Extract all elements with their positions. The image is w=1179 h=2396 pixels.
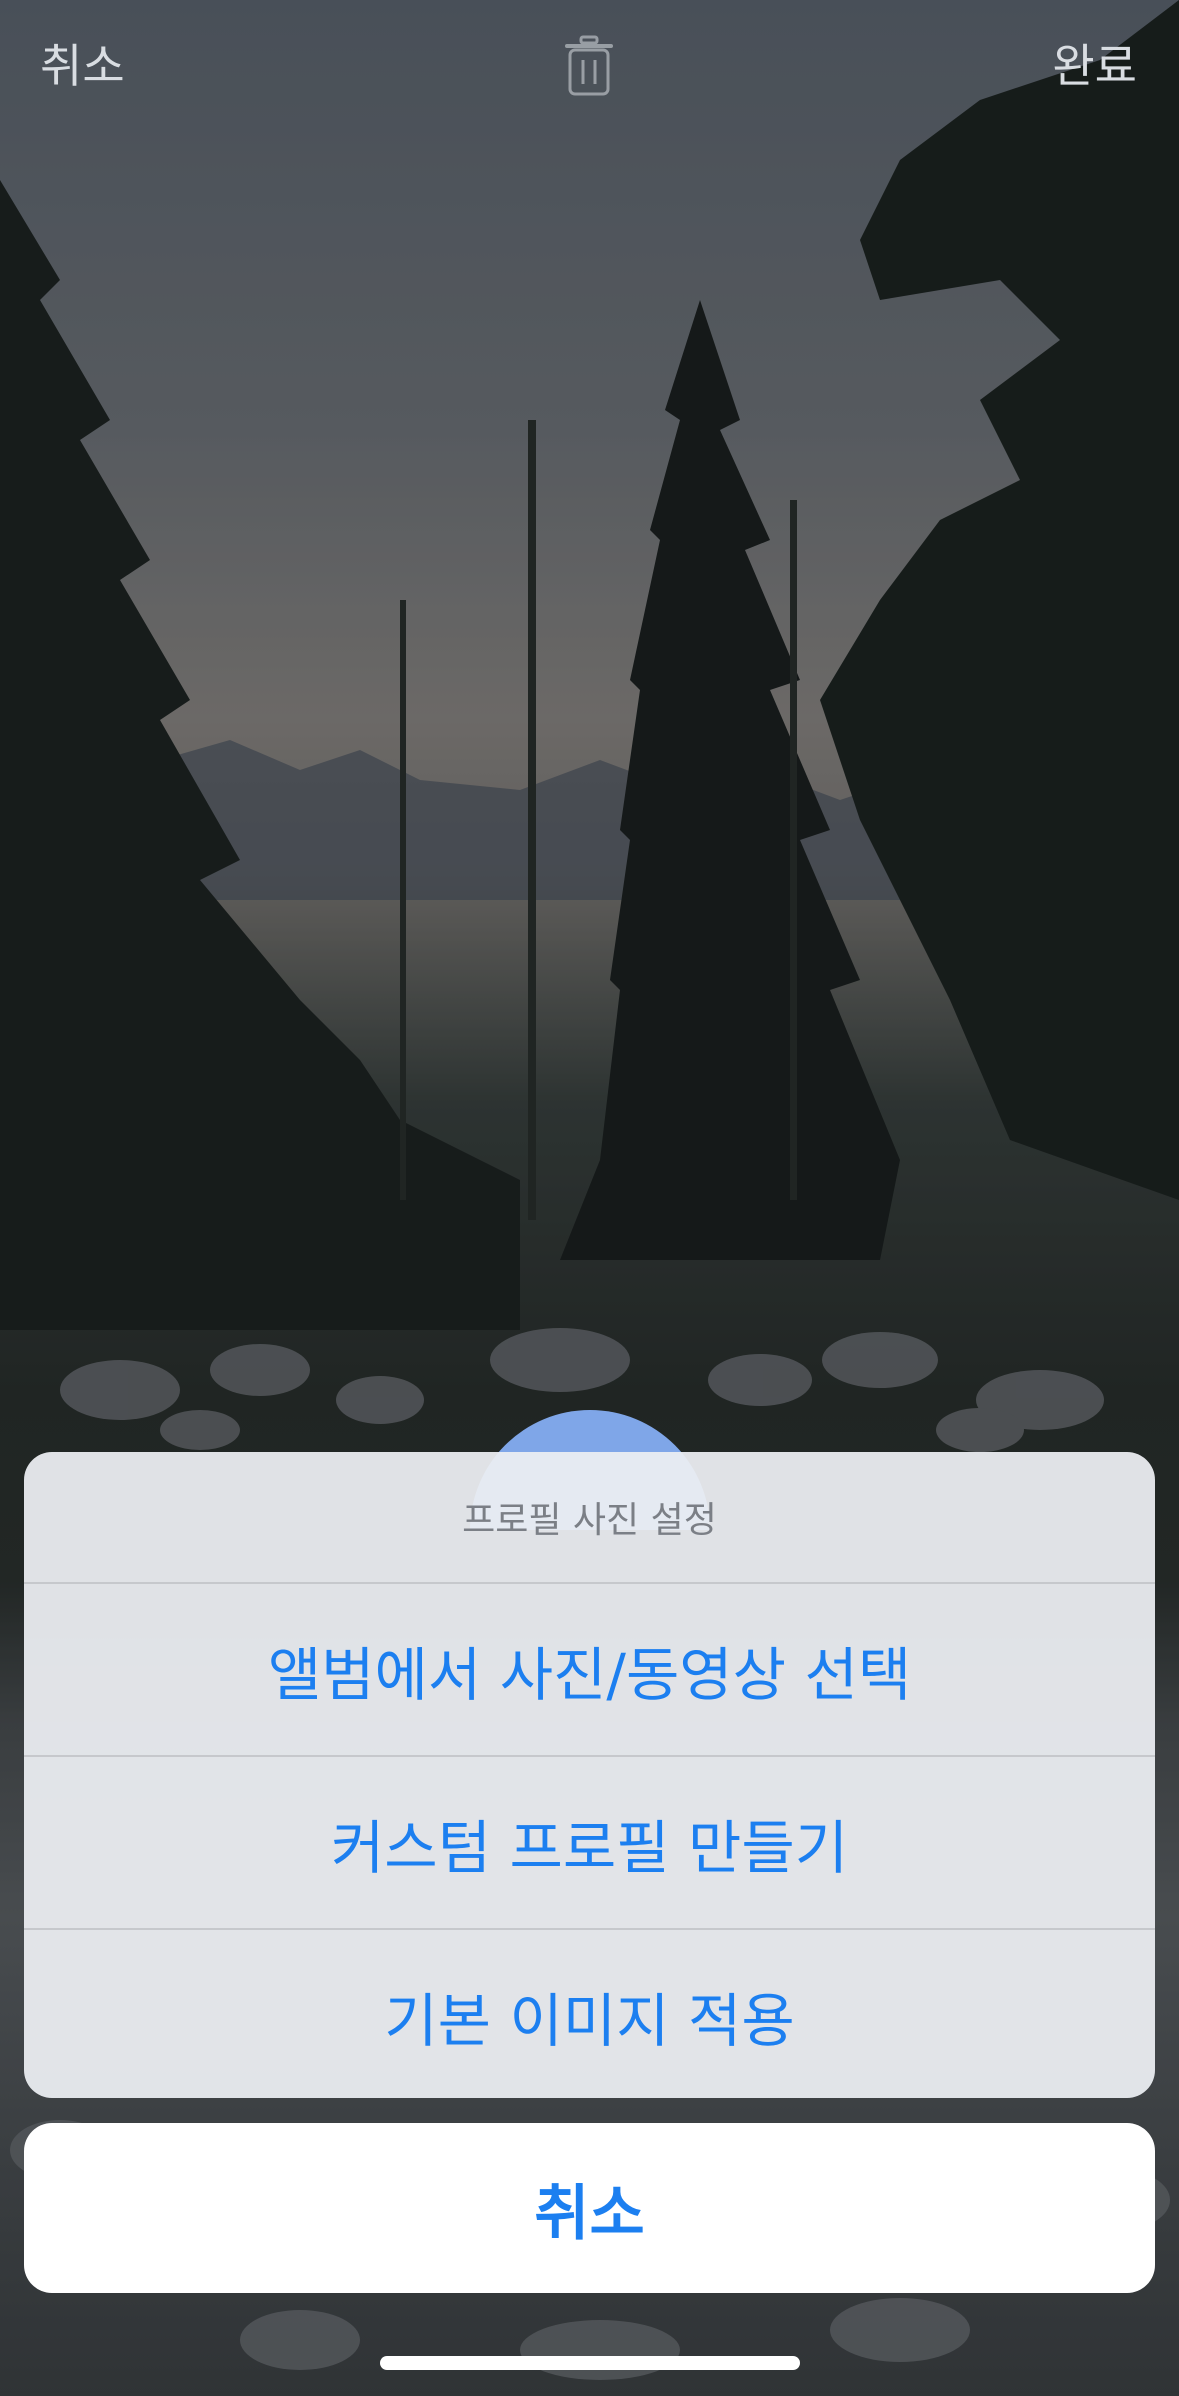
apply-default-image-button[interactable]: 기본 이미지 적용	[24, 1928, 1155, 2098]
profile-photo-editor: 취소 완료 프로필 사진 설정 앨범에서 사진/동영상 선택 커스텀 프로필 만…	[0, 0, 1179, 2396]
top-cancel-button[interactable]: 취소	[40, 30, 125, 96]
action-sheet-cancel-button[interactable]: 취소	[24, 2123, 1155, 2293]
top-done-button[interactable]: 완료	[1052, 30, 1137, 96]
choose-from-album-button[interactable]: 앨범에서 사진/동영상 선택	[24, 1582, 1155, 1755]
action-sheet-title: 프로필 사진 설정	[462, 1500, 717, 1541]
trash-icon[interactable]	[561, 34, 617, 98]
action-sheet: 프로필 사진 설정 앨범에서 사진/동영상 선택 커스텀 프로필 만들기 기본 …	[24, 1452, 1155, 2098]
home-indicator[interactable]	[380, 2356, 800, 2370]
create-custom-profile-button[interactable]: 커스텀 프로필 만들기	[24, 1755, 1155, 1928]
